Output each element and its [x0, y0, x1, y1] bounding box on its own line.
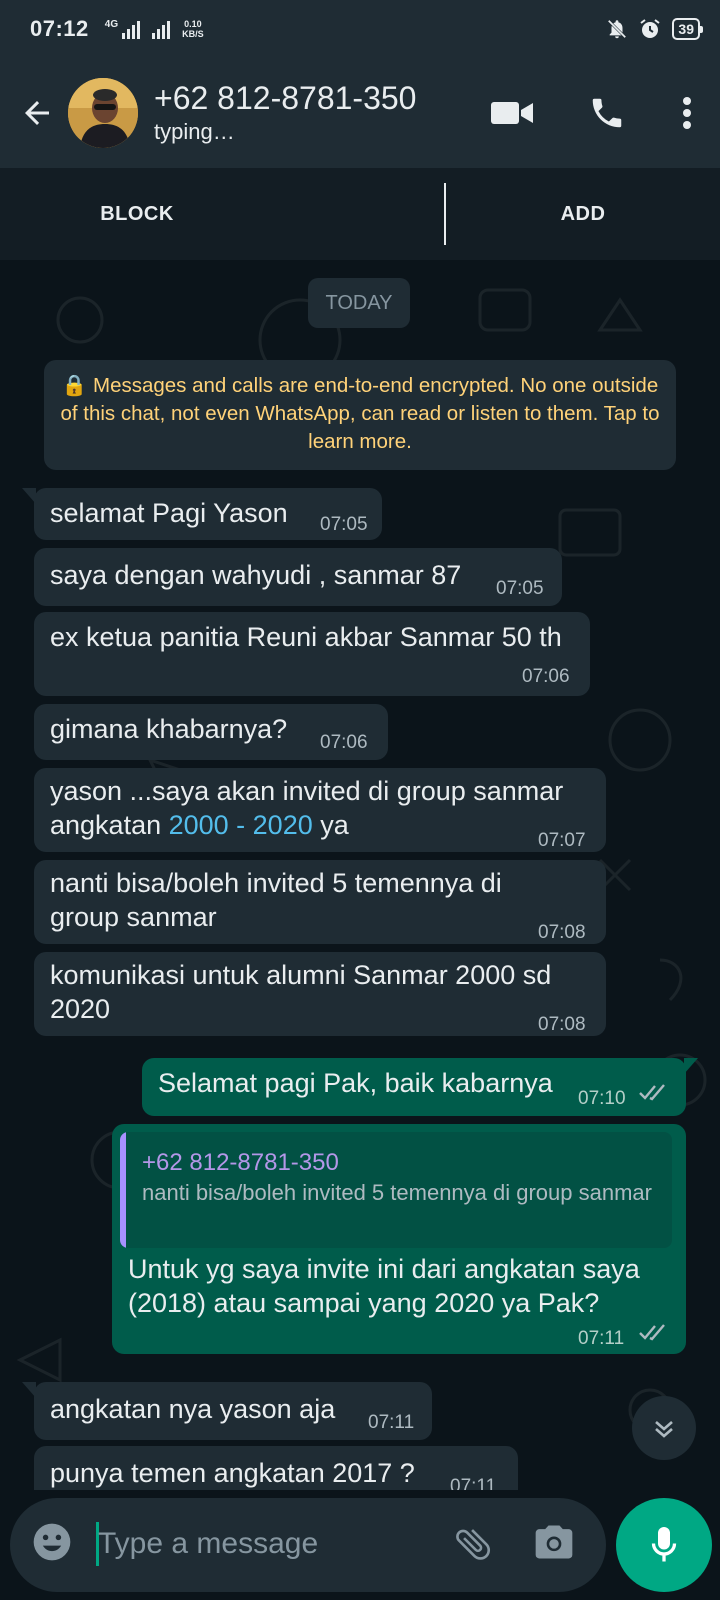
video-call-icon: [491, 102, 533, 124]
message-incoming[interactable]: komunikasi untuk alumni Sanmar 2000 sd 2…: [34, 952, 606, 1036]
encryption-notice[interactable]: 🔒 Messages and calls are end-to-end encr…: [44, 360, 676, 470]
message-time: 07:05: [496, 578, 544, 599]
camera-icon: [535, 1525, 573, 1559]
status-bar: 07:12 4G 0.10 KB/S 39: [0, 0, 720, 58]
composer: [0, 1490, 720, 1600]
phone-number-link[interactable]: 2000 - 2020: [169, 810, 313, 840]
speed-unit: KB/S: [182, 29, 204, 39]
quoted-sender: +62 812-8781-350: [142, 1149, 339, 1176]
message-text: ya: [312, 810, 349, 840]
emoji-button[interactable]: [30, 1520, 74, 1569]
message-text: punya temen angkatan 2017 ?: [50, 1458, 415, 1488]
voice-call-icon: [592, 98, 622, 128]
message-time: 07:11: [450, 1476, 497, 1490]
battery-indicator: 39: [672, 18, 703, 40]
message-incoming[interactable]: gimana khabarnya? 07:06: [34, 704, 388, 760]
more-options-button[interactable]: [662, 96, 712, 130]
speed-value: 0.10: [184, 19, 202, 29]
message-input-container[interactable]: [10, 1498, 606, 1592]
voice-message-button[interactable]: [616, 1498, 712, 1592]
message-incoming[interactable]: nanti bisa/boleh invited 5 temennya di g…: [34, 860, 606, 944]
network-speed: 0.10 KB/S: [182, 19, 204, 39]
message-incoming[interactable]: angkatan nya yason aja 07:11: [22, 1382, 432, 1440]
message-incoming[interactable]: saya dengan wahyudi , sanmar 87 07:05: [34, 548, 562, 606]
message-incoming[interactable]: ex ketua panitia Reuni akbar Sanmar 50 t…: [34, 612, 590, 696]
video-call-button[interactable]: [472, 98, 552, 128]
message-time: 07:08: [538, 922, 586, 943]
message-text-line2: 2020: [50, 994, 111, 1024]
double-check-icon: [639, 1324, 665, 1341]
add-button[interactable]: ADD: [446, 203, 720, 226]
message-incoming[interactable]: yason ...saya akan invited di group sanm…: [34, 768, 606, 852]
back-button[interactable]: [12, 95, 62, 131]
avatar-photo: [68, 78, 138, 148]
message-text: angkatan: [50, 810, 169, 840]
chat-header: +62 812-8781-350 typing…: [0, 58, 720, 168]
message-text: ex ketua panitia Reuni akbar Sanmar 50 t…: [50, 622, 562, 652]
contact-info[interactable]: +62 812-8781-350 typing…: [154, 79, 472, 147]
avatar[interactable]: [68, 78, 138, 148]
message-time: 07:11: [578, 1328, 625, 1349]
message-text-line1: nanti bisa/boleh invited 5 temennya di: [50, 868, 502, 898]
quoted-text: nanti bisa/boleh invited 5 temennya di g…: [142, 1180, 652, 1205]
contact-status: typing…: [154, 119, 235, 144]
message-time: 07:05: [320, 514, 368, 535]
bubble-tail: [684, 1058, 698, 1074]
message-time: 07:08: [538, 1014, 586, 1035]
message-incoming[interactable]: punya temen angkatan 2017 ? 07:11: [34, 1446, 518, 1490]
status-time: 07:12: [30, 16, 89, 41]
more-options-icon: [683, 97, 691, 129]
back-arrow-icon: [25, 101, 49, 125]
message-text-line2: group sanmar: [50, 902, 217, 932]
mute-icon: [608, 19, 627, 39]
quote-accent-bar: [120, 1132, 126, 1248]
message-outgoing-reply[interactable]: +62 812-8781-350 nanti bisa/boleh invite…: [112, 1124, 686, 1354]
message-incoming[interactable]: selamat Pagi Yason 07:05: [22, 488, 382, 540]
message-time: 07:11: [368, 1412, 415, 1433]
alarm-icon: [640, 19, 661, 38]
message-time: 07:06: [522, 666, 570, 687]
message-text-line1: yason ...saya akan invited di group sanm…: [50, 776, 564, 806]
message-input[interactable]: [98, 1520, 418, 1568]
voice-call-button[interactable]: [552, 94, 662, 132]
attach-button[interactable]: [452, 1522, 494, 1571]
chat-area[interactable]: TODAY 🔒 Messages and calls are end-to-en…: [0, 260, 720, 1490]
chevron-down-icon: [655, 1421, 673, 1438]
bubble-tail: [22, 1382, 36, 1398]
message-outgoing[interactable]: Selamat pagi Pak, baik kabarnya 07:10: [142, 1058, 698, 1116]
quoted-message[interactable]: +62 812-8781-350 nanti bisa/boleh invite…: [120, 1132, 672, 1248]
date-chip: TODAY: [308, 278, 410, 328]
double-check-icon: [639, 1084, 665, 1101]
network-type: 4G: [104, 19, 119, 30]
message-time: 07:10: [578, 1088, 626, 1109]
message-text-line2: angkatan 2000 - 2020 ya: [50, 808, 349, 842]
message-text: selamat Pagi Yason: [50, 498, 288, 528]
block-button[interactable]: BLOCK: [0, 203, 444, 226]
contact-name: +62 812-8781-350: [154, 80, 417, 116]
signal-icon: 4G: [104, 19, 171, 39]
bubble-tail: [22, 488, 36, 504]
message-text: saya dengan wahyudi , sanmar 87: [50, 560, 462, 590]
message-time: 07:07: [538, 830, 586, 851]
message-time: 07:06: [320, 732, 368, 753]
camera-button[interactable]: [532, 1520, 576, 1569]
message-text-line1: Untuk yg saya invite ini dari angkatan s…: [128, 1254, 640, 1284]
unknown-contact-actions: BLOCK ADD: [0, 168, 720, 260]
message-text: Selamat pagi Pak, baik kabarnya: [158, 1068, 553, 1098]
message-text: angkatan nya yason aja: [50, 1394, 336, 1424]
mic-icon: [651, 1527, 677, 1562]
scroll-to-bottom-button[interactable]: [632, 1396, 696, 1460]
emoji-icon: [33, 1523, 71, 1561]
attach-icon: [456, 1529, 491, 1560]
message-text: gimana khabarnya?: [50, 714, 288, 744]
message-text-line1: komunikasi untuk alumni Sanmar 2000 sd: [50, 960, 552, 990]
message-text-line2: (2018) atau sampai yang 2020 ya Pak?: [128, 1288, 600, 1318]
